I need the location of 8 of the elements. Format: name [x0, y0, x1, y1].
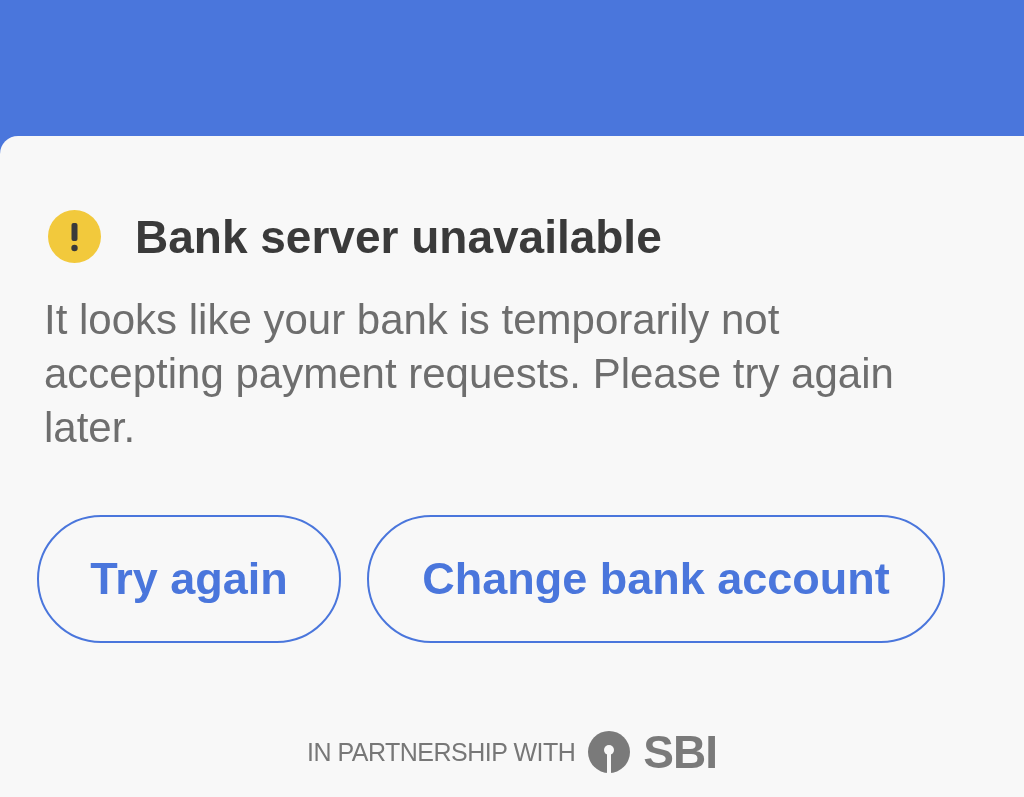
- logo-text: SBI: [643, 725, 717, 779]
- warning-icon: [48, 210, 101, 263]
- logo-icon: [587, 730, 632, 774]
- change-account-button[interactable]: Change bank account: [367, 515, 945, 643]
- partnership-text: IN PARTNERSHIP WITH: [307, 737, 576, 767]
- dialog-title: Bank server unavailable: [135, 211, 662, 262]
- retry-button[interactable]: Try again: [37, 515, 341, 643]
- dialog-message: It looks like your bank is temporarily not accepting payment requests. Please try again later.: [44, 295, 895, 453]
